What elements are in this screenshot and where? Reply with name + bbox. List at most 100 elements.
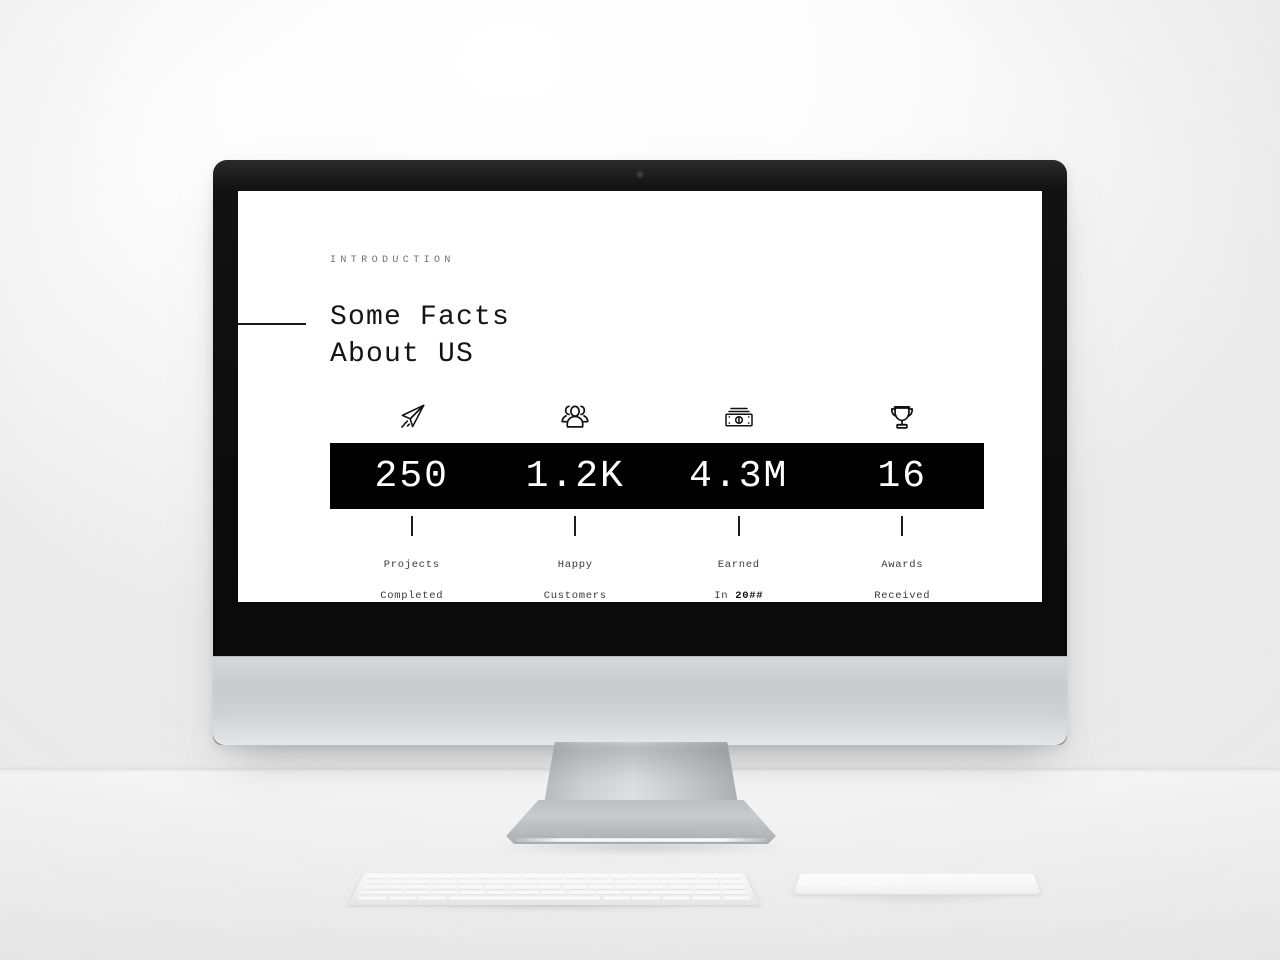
stat-tick-cell [821, 516, 985, 543]
keyboard-row [362, 885, 746, 890]
keyboard-key[interactable] [405, 885, 431, 890]
keyboard-key[interactable] [486, 891, 512, 896]
keyboard-key[interactable] [484, 885, 509, 890]
keyboard-key[interactable] [675, 875, 697, 879]
keyboard-row [359, 891, 749, 896]
keyboard-key[interactable] [456, 875, 477, 879]
keyboard-key[interactable] [478, 875, 498, 879]
keyboard-key[interactable] [631, 875, 652, 879]
keyboard-key[interactable] [502, 880, 523, 885]
tick-mark [901, 516, 904, 536]
keyboard-key[interactable] [571, 880, 592, 885]
keyboard-key[interactable] [359, 891, 404, 896]
keyboard-key[interactable] [431, 891, 458, 896]
keyboard-key[interactable] [720, 885, 746, 890]
keyboard-key[interactable] [661, 880, 698, 885]
keyboard-key[interactable] [544, 875, 564, 879]
keyboard-key[interactable] [662, 896, 691, 901]
keyboard-key[interactable] [367, 875, 389, 879]
keyboard-key[interactable] [525, 880, 546, 885]
keyboard-key[interactable] [357, 896, 386, 901]
keyboard-key[interactable] [458, 885, 483, 890]
keyboard-key[interactable] [653, 875, 675, 879]
keyboard-key[interactable] [411, 880, 433, 885]
paper-plane-icon [395, 400, 429, 434]
keyboard-key[interactable] [650, 891, 694, 896]
stat-label: Awards Received [821, 543, 985, 602]
presentation-slide: INTRODUCTION Some Facts About US 250 1.2… [238, 191, 1042, 602]
keyboard-key[interactable] [721, 880, 743, 885]
keyboard-key[interactable] [459, 891, 485, 896]
stat-value: 16 [877, 454, 928, 498]
stat-label-year: 20## [735, 589, 764, 602]
keyboard-key[interactable] [500, 875, 520, 879]
keyboard-key[interactable] [510, 885, 535, 890]
keyboard-key[interactable] [719, 875, 741, 879]
stat-icon-cell [494, 400, 658, 434]
keyboard-key[interactable] [365, 880, 387, 885]
keyboard-key[interactable] [388, 880, 410, 885]
keyboard-key[interactable] [721, 891, 749, 896]
trackpad[interactable] [793, 873, 1041, 895]
money-banknotes-icon [721, 400, 757, 434]
keyboard-rows [357, 875, 751, 901]
keyboard-key[interactable] [698, 880, 720, 885]
keyboard-spacebar[interactable] [447, 896, 601, 901]
keyboard-key[interactable] [589, 885, 614, 890]
keyboard-key[interactable] [602, 896, 631, 901]
keyboard-key[interactable] [610, 875, 630, 879]
tick-mark [574, 516, 577, 536]
keyboard-key[interactable] [417, 896, 446, 901]
keyboard-key[interactable] [632, 896, 661, 901]
keyboard-key[interactable] [588, 875, 608, 879]
keyboard-key[interactable] [514, 891, 539, 896]
stats-number-bar: 250 1.2K 4.3M 16 [330, 443, 984, 509]
keyboard-key[interactable] [548, 880, 569, 885]
keyboard-key[interactable] [615, 885, 640, 890]
stat-value: 4.3M [689, 454, 789, 498]
keyboard-key[interactable] [522, 875, 542, 879]
tick-mark [410, 516, 413, 536]
monitor-stand-base-highlight [514, 838, 768, 842]
imac-monitor: INTRODUCTION Some Facts About US 250 1.2… [213, 160, 1067, 745]
keyboard[interactable] [348, 873, 760, 905]
keyboard-key[interactable] [411, 875, 433, 879]
keyboard-key[interactable] [387, 896, 416, 901]
monitor-stand-base [506, 800, 776, 844]
keyboard-key[interactable] [722, 896, 751, 901]
keyboard-key[interactable] [668, 885, 693, 890]
stat-value: 1.2K [525, 454, 625, 498]
stat-label-line1: Earned [717, 559, 760, 572]
keyboard-key[interactable] [362, 885, 404, 890]
keyboard-key[interactable] [616, 880, 638, 885]
keyboard-key[interactable] [537, 885, 561, 890]
keyboard-row [365, 880, 743, 885]
keyboard-key[interactable] [639, 880, 661, 885]
stat-label-line2: Completed [380, 589, 444, 602]
keyboard-key[interactable] [404, 891, 431, 896]
keyboard-key[interactable] [692, 896, 721, 901]
keyboard-key[interactable] [541, 891, 567, 896]
keyboard-key[interactable] [479, 880, 501, 885]
stat-icon-cell [657, 400, 821, 434]
keyboard-key[interactable] [563, 885, 588, 890]
keyboard-key[interactable] [697, 875, 719, 879]
keyboard-key[interactable] [641, 885, 667, 890]
keyboard-key[interactable] [623, 891, 649, 896]
stat-label-line2: Received [874, 589, 931, 602]
keyboard-key[interactable] [566, 875, 586, 879]
stat-tick-cell [494, 516, 658, 543]
keyboard-key[interactable] [593, 880, 615, 885]
keyboard-key[interactable] [456, 880, 478, 885]
keyboard-key[interactable] [431, 885, 457, 890]
stat-label: Earned In 20## [657, 543, 821, 602]
keyboard-key[interactable] [694, 885, 720, 890]
keyboard-key[interactable] [434, 875, 455, 879]
keyboard-key[interactable] [433, 880, 455, 885]
keyboard-key[interactable] [596, 891, 622, 896]
monitor-screen[interactable]: INTRODUCTION Some Facts About US 250 1.2… [238, 191, 1042, 602]
keyboard-key[interactable] [389, 875, 411, 879]
keyboard-key[interactable] [694, 891, 721, 896]
stat-icon-cell [821, 400, 985, 434]
keyboard-key[interactable] [569, 891, 594, 896]
